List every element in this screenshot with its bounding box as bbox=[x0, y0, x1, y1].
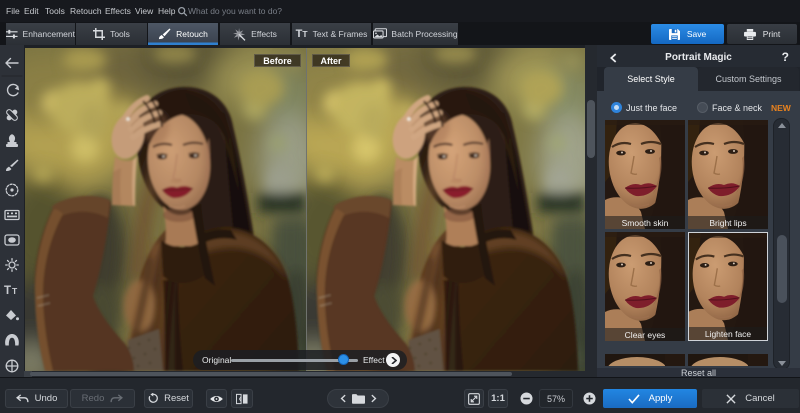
svg-text:T: T bbox=[12, 286, 18, 296]
svg-text:T: T bbox=[4, 285, 11, 297]
